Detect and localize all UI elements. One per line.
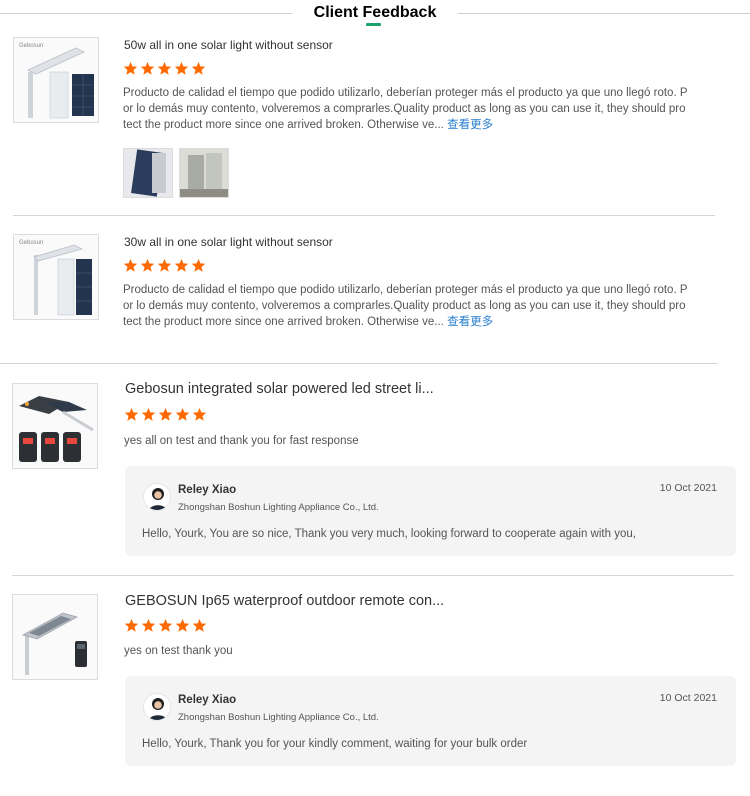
star-icon <box>124 407 139 422</box>
product-thumbnail[interactable] <box>12 594 98 680</box>
reply-text: Hello, Yourk, You are so nice, Thank you… <box>142 528 636 540</box>
review-text: yes on test thank you <box>124 645 233 657</box>
review-text: Producto de calidad el tiempo que podido… <box>123 85 688 133</box>
header-rule-right <box>458 13 750 14</box>
reply-author-name: Reley Xiao <box>178 694 237 706</box>
reply-author-name: Reley Xiao <box>178 484 237 496</box>
star-icon <box>141 618 156 633</box>
review-text-content: Producto de calidad el tiempo que podido… <box>123 87 688 131</box>
thumb-brand-text: Gebosun <box>19 240 43 246</box>
star-rating <box>123 258 206 273</box>
star-icon <box>175 407 190 422</box>
section-header: Client Feedback <box>0 0 750 26</box>
see-more-link[interactable]: 查看更多 <box>447 316 493 328</box>
review-photo[interactable] <box>123 148 173 198</box>
star-icon <box>124 618 139 633</box>
star-icon <box>123 258 138 273</box>
product-title[interactable]: GEBOSUN Ip65 waterproof outdoor remote c… <box>125 593 444 609</box>
star-icon <box>192 618 207 633</box>
review-divider <box>13 215 715 216</box>
reply-date: 10 Oct 2021 <box>659 482 717 494</box>
product-title[interactable]: 30w all in one solar light without senso… <box>124 235 333 249</box>
star-icon <box>140 61 155 76</box>
title-accent-underline <box>366 23 381 26</box>
star-icon <box>141 407 156 422</box>
product-thumbnail[interactable]: Gebosun <box>13 234 99 320</box>
star-icon <box>174 61 189 76</box>
product-thumbnail[interactable] <box>12 383 98 469</box>
avatar <box>143 483 171 511</box>
review-text-content: Producto de calidad el tiempo que podido… <box>123 284 688 328</box>
product-thumbnail[interactable]: Gebosun <box>13 37 99 123</box>
star-icon <box>175 618 190 633</box>
star-rating <box>123 61 206 76</box>
see-more-link[interactable]: 查看更多 <box>447 119 493 131</box>
review-photo[interactable] <box>179 148 229 198</box>
star-rating <box>124 618 207 633</box>
product-title[interactable]: Gebosun integrated solar powered led str… <box>125 381 434 397</box>
avatar <box>143 693 171 721</box>
seller-reply: Reley Xiao Zhongshan Boshun Lighting App… <box>125 466 736 556</box>
star-icon <box>174 258 189 273</box>
star-icon <box>192 407 207 422</box>
review-photos <box>123 148 229 198</box>
star-icon <box>140 258 155 273</box>
star-icon <box>191 61 206 76</box>
star-icon <box>158 407 173 422</box>
star-icon <box>191 258 206 273</box>
review-divider <box>12 575 734 576</box>
seller-reply: Reley Xiao Zhongshan Boshun Lighting App… <box>125 676 736 766</box>
review-divider <box>0 363 718 364</box>
star-icon <box>123 61 138 76</box>
star-icon <box>157 61 172 76</box>
product-title[interactable]: 50w all in one solar light without senso… <box>124 38 333 52</box>
reply-company: Zhongshan Boshun Lighting Appliance Co.,… <box>178 712 379 723</box>
reply-date: 10 Oct 2021 <box>659 692 717 704</box>
star-rating <box>124 407 207 422</box>
thumb-brand-text: Gebosun <box>19 43 43 49</box>
review-text: Producto de calidad el tiempo que podido… <box>123 282 688 330</box>
reply-text: Hello, Yourk, Thank you for your kindly … <box>142 738 528 750</box>
star-icon <box>157 258 172 273</box>
review-text: yes all on test and thank you for fast r… <box>124 435 359 447</box>
reply-company: Zhongshan Boshun Lighting Appliance Co.,… <box>178 502 379 513</box>
star-icon <box>158 618 173 633</box>
